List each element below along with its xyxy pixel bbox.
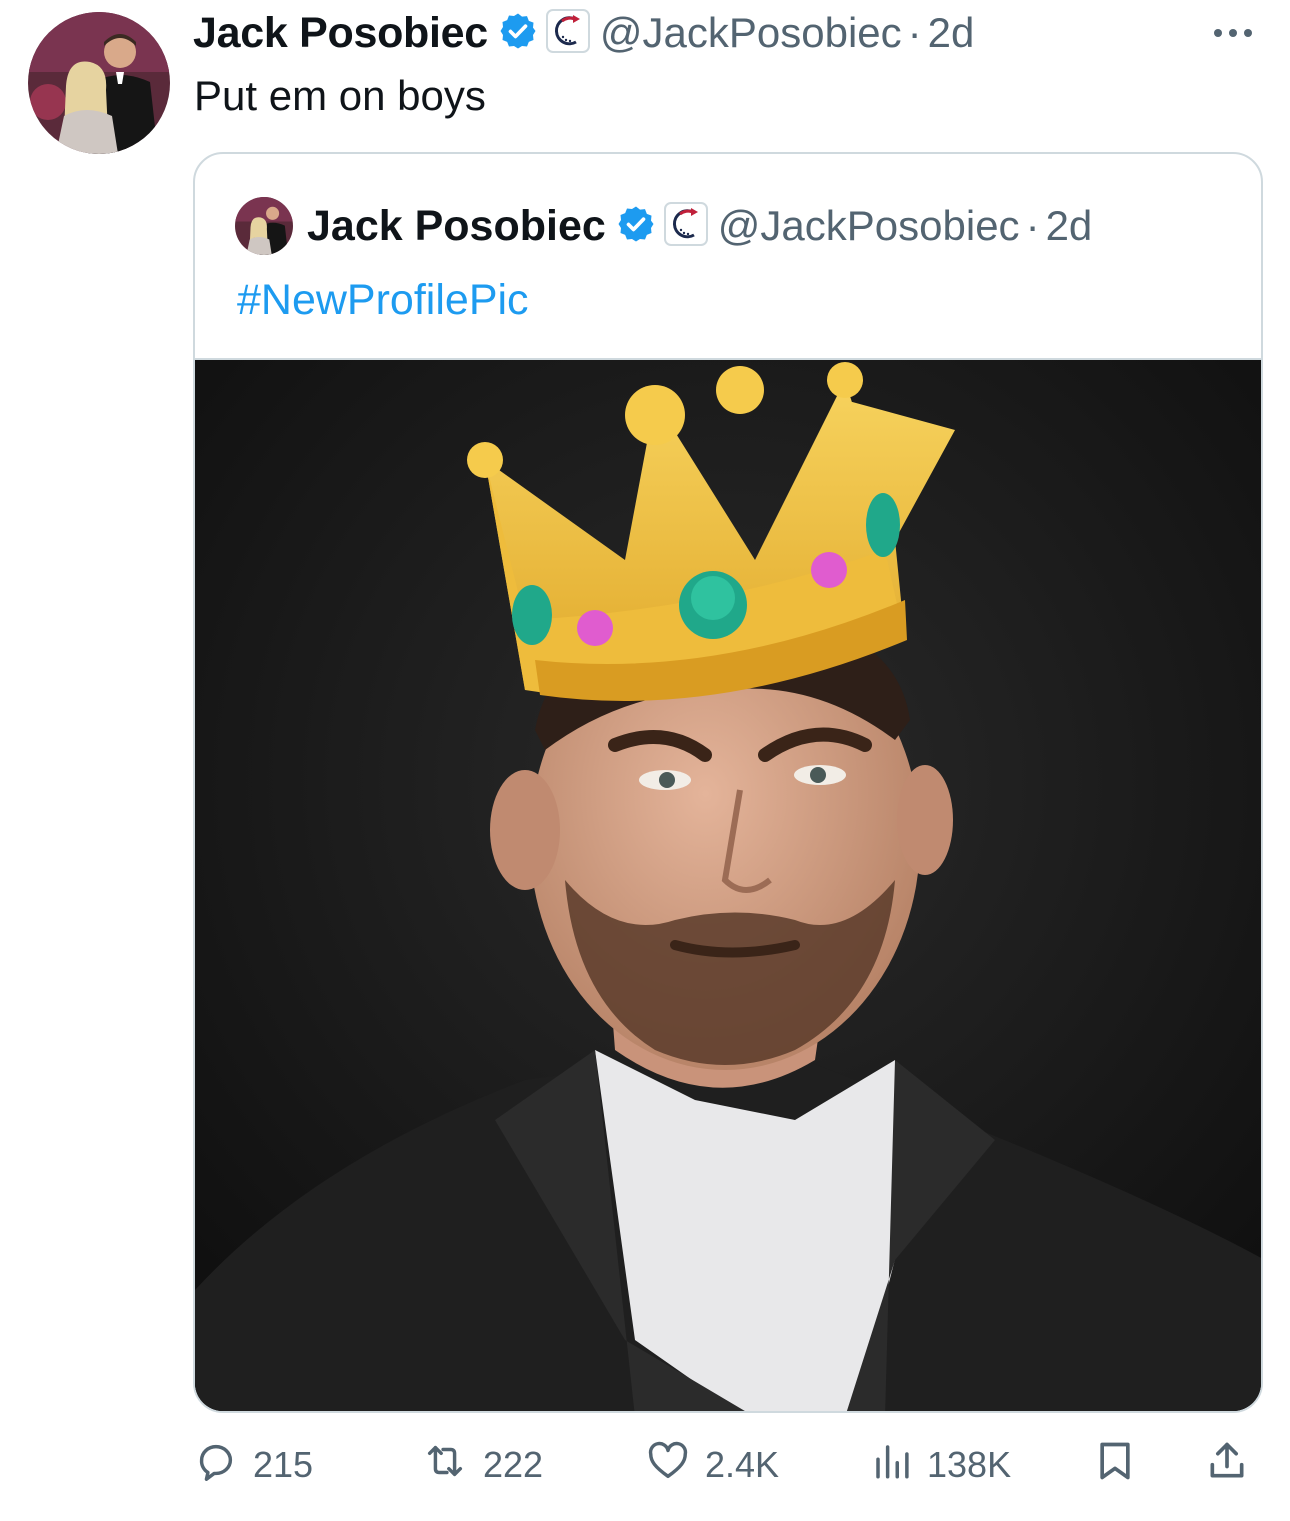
hashtag-link[interactable]: #NewProfilePic [237,276,529,325]
share-icon [1205,1438,1249,1493]
views-count: 138K [927,1444,1012,1485]
more-dots-icon[interactable] [1208,18,1258,48]
share-button[interactable] [1205,1435,1249,1495]
reply-bubble-icon [193,1438,239,1493]
quoted-author-avatar[interactable] [235,197,293,255]
quoted-tweet[interactable]: Jack Posobiec @JackPosobiec · 2d #NewPro… [193,152,1263,1413]
tweet-time[interactable]: 2d [928,9,975,57]
author-name[interactable]: Jack Posobiec [193,9,488,58]
quoted-author-handle[interactable]: @JackPosobiec [718,202,1020,250]
separator-dot: · [907,9,922,56]
affiliate-badge-icon[interactable] [545,8,590,58]
retweet-icon [421,1438,469,1493]
retweet-count: 222 [483,1444,544,1485]
author-handle[interactable]: @JackPosobiec [600,9,902,57]
author-avatar[interactable] [28,12,170,154]
views-button[interactable]: 138K [871,1435,1011,1495]
quoted-author-name[interactable]: Jack Posobiec [307,202,606,251]
tweet-header: Jack Posobiec @JackPosobiec · 2d [193,8,974,58]
tweet-text: Put em on boys [194,72,486,119]
bookmark-button[interactable] [1093,1435,1137,1495]
quoted-tweet-photo[interactable] [195,358,1261,1411]
quoted-tweet-time[interactable]: 2d [1046,202,1093,250]
quoted-tweet-header: Jack Posobiec @JackPosobiec · 2d [235,197,1093,255]
reply-count: 215 [253,1444,314,1485]
verified-check-icon[interactable] [498,11,538,56]
retweet-button[interactable]: 222 [421,1435,543,1495]
views-bar-chart-icon [871,1440,913,1491]
like-button[interactable]: 2.4K [645,1435,779,1495]
bookmark-icon [1093,1438,1137,1493]
verified-check-icon[interactable] [616,204,656,249]
affiliate-badge-icon[interactable] [663,201,708,251]
reply-button[interactable]: 215 [193,1435,313,1495]
heart-icon [645,1438,691,1493]
separator-dot: · [1025,202,1040,249]
tweet-actions: 215 222 2.4K 138K [193,1435,1263,1495]
like-count: 2.4K [705,1444,780,1485]
